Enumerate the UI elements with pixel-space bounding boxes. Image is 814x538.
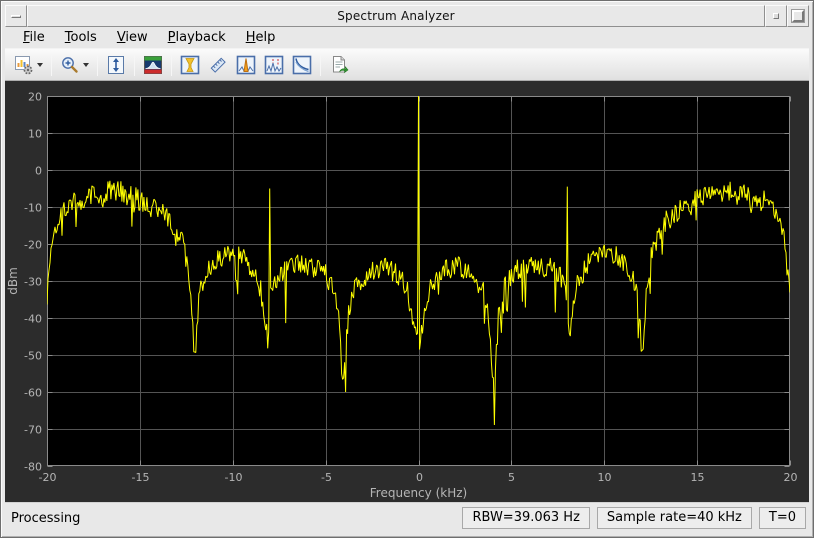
window-menu-button[interactable] xyxy=(5,5,27,27)
toolbar-separator xyxy=(97,54,98,76)
spectrum-analyzer-window: Spectrum Analyzer FileToolsViewPlaybackH… xyxy=(0,0,814,538)
display-settings-dropdown-arrow-icon[interactable] xyxy=(37,63,43,67)
spectrum-settings-icon xyxy=(143,55,163,75)
ccdf-icon xyxy=(292,55,312,75)
ruler-icon xyxy=(208,55,228,75)
distortion-icon xyxy=(264,55,284,75)
full-span-button[interactable] xyxy=(102,52,130,78)
x-tick-label: -15 xyxy=(132,471,150,484)
y-tick-label: 20 xyxy=(28,91,42,104)
sample-rate-panel: Sample rate=40 kHz xyxy=(597,507,752,529)
peak-finder-button[interactable] xyxy=(232,52,260,78)
y-tick-label: -20 xyxy=(24,239,42,252)
y-tick-label: -70 xyxy=(24,424,42,437)
maximize-button[interactable] xyxy=(787,5,809,27)
rbw-panel: RBW=39.063 Hz xyxy=(462,507,589,529)
time-panel: T=0 xyxy=(759,507,806,529)
menu-view[interactable]: View xyxy=(107,28,158,48)
x-tick-label: 10 xyxy=(598,471,612,484)
menu-playback[interactable]: Playback xyxy=(158,28,236,48)
toolbar xyxy=(5,48,809,81)
y-axis-label: dBm xyxy=(6,267,20,295)
ccdf-measurements-button[interactable] xyxy=(288,52,316,78)
y-tick-label: -80 xyxy=(24,461,42,474)
maximize-icon xyxy=(792,10,804,22)
chart-gear-icon xyxy=(14,55,34,75)
peak-finder-icon xyxy=(236,55,256,75)
zoom-in-icon xyxy=(60,55,80,75)
x-tick-label: 5 xyxy=(508,471,515,484)
toolbar-separator xyxy=(51,54,52,76)
menu-help[interactable]: Help xyxy=(236,28,286,48)
distortion-measurements-button[interactable] xyxy=(260,52,288,78)
y-tick-label: -10 xyxy=(24,202,42,215)
status-text: Processing xyxy=(11,511,455,526)
cursor-measurements-button[interactable] xyxy=(204,52,232,78)
x-tick-label: -5 xyxy=(321,471,332,484)
minimize-icon xyxy=(773,13,779,19)
toolbar-separator xyxy=(134,54,135,76)
toolbar-separator xyxy=(171,54,172,76)
y-tick-label: -50 xyxy=(24,350,42,363)
toolbar-separator xyxy=(320,54,321,76)
x-tick-label: 20 xyxy=(784,471,798,484)
y-tick-label: -60 xyxy=(24,387,42,400)
y-tick-label: -40 xyxy=(24,313,42,326)
x-axis-label: Frequency (kHz) xyxy=(370,486,467,500)
zoom-in-dropdown-arrow-icon[interactable] xyxy=(83,63,89,67)
x-tick-label: -10 xyxy=(225,471,243,484)
y-tick-label: -30 xyxy=(24,276,42,289)
spectrum-chart: -20-15-10-50510152020100-10-20-30-40-50-… xyxy=(5,81,809,502)
x-tick-label: 0 xyxy=(416,471,423,484)
y-tick-label: 0 xyxy=(35,165,42,178)
document-export-icon xyxy=(329,55,349,75)
statusbar: Processing RBW=39.063 Hz Sample rate=40 … xyxy=(5,502,809,533)
display-settings-button[interactable] xyxy=(10,52,47,78)
measure-signal-button[interactable] xyxy=(176,52,204,78)
window-title: Spectrum Analyzer xyxy=(27,5,765,27)
y-tick-label: 10 xyxy=(28,128,42,141)
signal-measure-icon xyxy=(180,55,200,75)
window-menu-icon xyxy=(11,15,21,18)
zoom-in-button[interactable] xyxy=(56,52,93,78)
titlebar: Spectrum Analyzer xyxy=(5,5,809,27)
generate-script-button[interactable] xyxy=(325,52,353,78)
plot-area: -20-15-10-50510152020100-10-20-30-40-50-… xyxy=(5,81,809,502)
spectrum-settings-button[interactable] xyxy=(139,52,167,78)
minimize-button[interactable] xyxy=(765,5,787,27)
x-tick-label: 15 xyxy=(691,471,705,484)
menu-file[interactable]: File xyxy=(13,28,55,48)
fit-vertical-icon xyxy=(106,55,126,75)
menubar: FileToolsViewPlaybackHelp xyxy=(5,27,809,48)
menu-tools[interactable]: Tools xyxy=(55,28,107,48)
